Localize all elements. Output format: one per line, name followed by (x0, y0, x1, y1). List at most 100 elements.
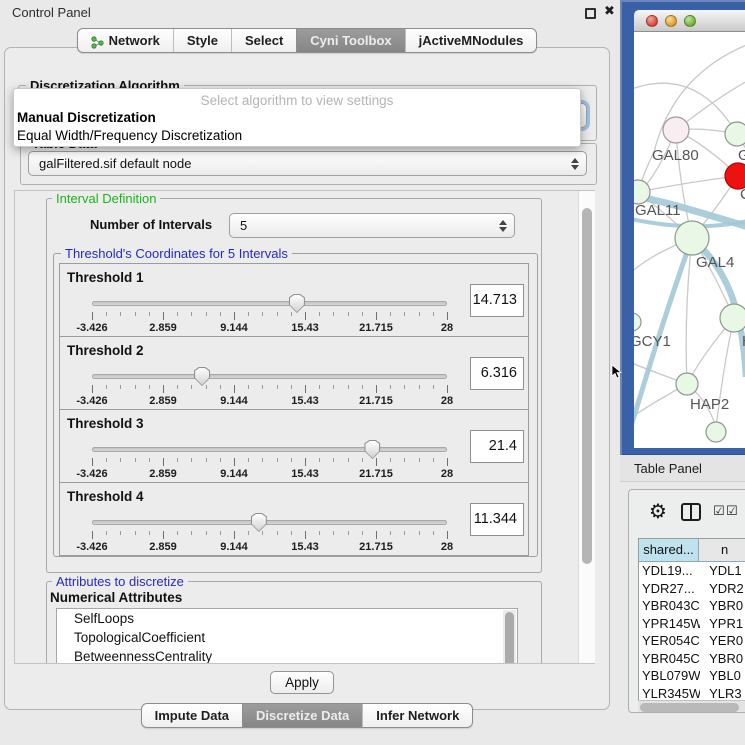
column-header-name[interactable]: n (699, 539, 745, 561)
tab-jactivemnodules[interactable]: jActiveMNodules (405, 29, 537, 52)
close-traffic-light-icon[interactable] (646, 15, 658, 27)
network-window-titlebar[interactable] (634, 10, 745, 32)
control-panel-titlebar: Control Panel ✖ (0, 0, 620, 26)
table-cell: YBR045C (639, 650, 700, 668)
table-horizontal-scrollbar[interactable] (638, 700, 745, 712)
gear-icon[interactable]: ⚙ (649, 499, 667, 523)
slider-track[interactable] (92, 520, 447, 525)
menu-item-manual-discretization[interactable]: Manual Discretization (17, 110, 156, 125)
network-canvas[interactable]: GAL80GACGAL11GAL4HGCY1HAP2 (634, 32, 745, 448)
column-header-shared[interactable]: shared... (639, 539, 699, 561)
combobox-stepper-icon (570, 156, 579, 172)
close-icon[interactable]: ✖ (604, 3, 615, 19)
table-data-value: galFiltered.sif default node (39, 156, 191, 171)
number-of-intervals-combobox[interactable]: 5 (229, 213, 515, 238)
table-cell: YBR0 (700, 597, 745, 615)
threshold-panel-4: Threshold 4 -3.4262.8599.14415.4321.7152… (59, 482, 529, 556)
tab-network[interactable]: Network (78, 29, 173, 52)
table-row[interactable]: YPR145WYPR1 (639, 615, 745, 633)
threshold-3-value-field[interactable]: 21.4 (470, 430, 524, 463)
settings-vertical-scrollbar[interactable] (578, 191, 595, 663)
number-of-intervals-value: 5 (240, 218, 247, 233)
slider-thumb[interactable] (251, 513, 267, 532)
threshold-2-value-field[interactable]: 6.316 (470, 357, 524, 390)
scrollbar-thumb[interactable] (582, 208, 592, 564)
screen: Control Panel ✖ Network Style Sel (0, 0, 745, 745)
slider-track[interactable] (92, 374, 447, 379)
table-row[interactable]: YBL079WYBL0 (639, 667, 745, 685)
slider-thumb[interactable] (194, 367, 210, 386)
table-row[interactable]: YDL19...YDL1 (639, 562, 745, 580)
tick-label: 28 (441, 322, 453, 334)
slider-ticks (92, 385, 447, 393)
scrollbar-thumb[interactable] (640, 703, 739, 712)
checkbox-icon[interactable]: ☑ (713, 504, 725, 519)
table-row[interactable]: YER054CYER0 (639, 632, 745, 650)
tab-network-label: Network (109, 30, 160, 52)
threshold-4-slider[interactable]: -3.4262.8599.14415.4321.71528 (92, 516, 447, 554)
apply-row: Apply (14, 664, 595, 700)
tick-label: 15.43 (291, 322, 319, 334)
network-edge[interactable] (686, 238, 692, 384)
slider-track[interactable] (92, 447, 447, 452)
zoom-traffic-light-icon[interactable] (684, 15, 696, 27)
minimize-traffic-light-icon[interactable] (665, 15, 677, 27)
list-item-betweennesscentrality[interactable]: BetweennessCentrality (57, 647, 517, 663)
slider-thumb[interactable] (364, 440, 380, 459)
list-item-topologicalcoefficient[interactable]: TopologicalCoefficient (57, 628, 517, 647)
slider-tick-labels: -3.4262.8599.14415.4321.71528 (92, 322, 447, 334)
tick-label: 9.144 (220, 468, 248, 480)
node-label-GAL80: GAL80 (652, 147, 699, 164)
network-edge[interactable] (638, 176, 738, 192)
network-node-node-top-right[interactable] (725, 122, 745, 146)
tick-label: 9.144 (220, 395, 248, 407)
tab-style[interactable]: Style (173, 29, 231, 52)
table-cell: YPR145W (639, 615, 700, 633)
threshold-1-value-field[interactable]: 14.713 (470, 284, 524, 317)
tab-infer-network[interactable]: Infer Network (362, 704, 472, 727)
table-cell: YDL19... (639, 562, 700, 580)
list-item-selfloops[interactable]: SelfLoops (57, 609, 517, 628)
network-node-node-right-mid[interactable] (720, 304, 745, 332)
table-cell: YBL079W (639, 667, 700, 685)
tab-impute-data[interactable]: Impute Data (142, 704, 242, 727)
network-node-HAP2[interactable] (676, 373, 698, 395)
algorithm-dropdown-popup: Select algorithm to view settings Manual… (13, 88, 581, 147)
table-panel-title: Table Panel (634, 461, 702, 476)
table-row[interactable]: YBR045CYBR0 (639, 650, 745, 668)
apply-button[interactable]: Apply (270, 671, 334, 694)
attributes-list-scrollbar[interactable] (503, 610, 516, 663)
float-icon[interactable] (585, 8, 596, 19)
network-node-GAL4[interactable] (675, 221, 709, 255)
tab-select[interactable]: Select (231, 29, 296, 52)
checkbox-icon[interactable]: ☑ (726, 504, 738, 519)
columns-icon[interactable] (681, 503, 701, 521)
slider-thumb[interactable] (289, 294, 305, 313)
threshold-2-slider[interactable]: -3.4262.8599.14415.4321.71528 (92, 370, 447, 408)
threshold-3-slider[interactable]: -3.4262.8599.14415.4321.71528 (92, 443, 447, 481)
slider-track[interactable] (92, 301, 447, 306)
network-node-node-bottom[interactable] (706, 422, 726, 442)
tab-discretize-data[interactable]: Discretize Data (242, 704, 362, 727)
table-row[interactable]: YBR043CYBR0 (639, 597, 745, 615)
table-row[interactable]: YDR27...YDR2 (639, 580, 745, 598)
numerical-attributes-label: Numerical Attributes (50, 590, 182, 605)
network-node-GCY1[interactable] (634, 313, 641, 331)
control-panel-title: Control Panel (12, 5, 91, 20)
menu-item-equal-width-discretization[interactable]: Equal Width/Frequency Discretization (17, 128, 242, 143)
threshold-4-value-field[interactable]: 11.344 (470, 503, 524, 536)
network-node-GAL80[interactable] (663, 117, 689, 143)
node-label-GAL11: GAL11 (635, 202, 681, 219)
tick-label: -3.426 (76, 468, 107, 480)
threshold-1-slider[interactable]: -3.4262.8599.14415.4321.71528 (92, 297, 447, 335)
table-cell: YDL1 (700, 562, 745, 580)
table-cell: YER0 (700, 632, 745, 650)
tick-label: 15.43 (291, 468, 319, 480)
table-cell: YDR2 (700, 580, 745, 598)
table-data-combobox[interactable]: galFiltered.sif default node (28, 151, 587, 176)
tab-cyni-toolbox[interactable]: Cyni Toolbox (296, 29, 404, 52)
table-header-row: shared... n (639, 539, 745, 562)
algorithm-placeholder: Select algorithm to view settings (14, 93, 580, 108)
threshold-4-label: Threshold 4 (67, 489, 144, 504)
threshold-panel-1: Threshold 1 -3.4262.8599.14415.4321.7152… (59, 263, 529, 337)
